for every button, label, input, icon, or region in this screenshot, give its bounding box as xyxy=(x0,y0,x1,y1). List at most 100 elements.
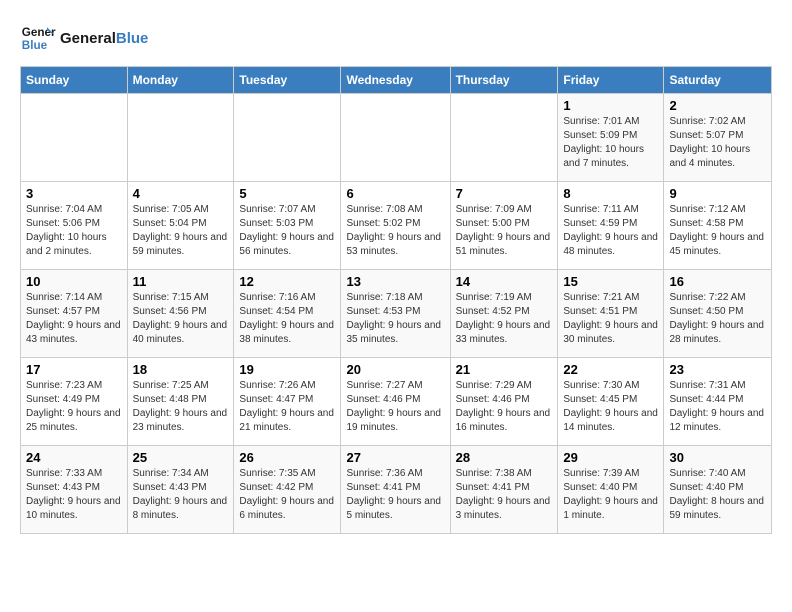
calendar-header-row: SundayMondayTuesdayWednesdayThursdayFrid… xyxy=(21,67,772,94)
calendar-cell: 15 Sunrise: 7:21 AM Sunset: 4:51 PM Dayli… xyxy=(558,270,664,358)
weekday-header: Saturday xyxy=(664,67,772,94)
day-number: 11 xyxy=(133,274,229,289)
day-info: Sunrise: 7:40 AM Sunset: 4:40 PM Dayligh… xyxy=(669,467,766,523)
day-info: Sunrise: 7:14 AM Sunset: 4:57 PM Dayligh… xyxy=(26,291,122,347)
calendar-cell: 30 Sunrise: 7:40 AM Sunset: 4:40 PM Dayli… xyxy=(664,446,772,534)
day-info: Sunrise: 7:02 AM Sunset: 5:07 PM Dayligh… xyxy=(669,115,766,171)
day-info: Sunrise: 7:05 AM Sunset: 5:04 PM Dayligh… xyxy=(133,203,229,259)
calendar-cell: 11 Sunrise: 7:15 AM Sunset: 4:56 PM Dayli… xyxy=(127,270,234,358)
day-number: 3 xyxy=(26,186,122,201)
calendar-cell: 17Sunrise: 7:23 AM Sunset: 4:49 PM Dayli… xyxy=(21,358,128,446)
day-info: Sunrise: 7:34 AM Sunset: 4:43 PM Dayligh… xyxy=(133,467,229,523)
weekday-header: Tuesday xyxy=(234,67,341,94)
calendar-cell: 7 Sunrise: 7:09 AM Sunset: 5:00 PM Daylig… xyxy=(450,182,558,270)
day-info: Sunrise: 7:01 AM Sunset: 5:09 PM Dayligh… xyxy=(563,115,658,171)
calendar-table: SundayMondayTuesdayWednesdayThursdayFrid… xyxy=(20,66,772,534)
calendar-week-row: 3Sunrise: 7:04 AM Sunset: 5:06 PM Daylig… xyxy=(21,182,772,270)
day-number: 16 xyxy=(669,274,766,289)
day-info: Sunrise: 7:27 AM Sunset: 4:46 PM Dayligh… xyxy=(346,379,444,435)
day-info: Sunrise: 7:18 AM Sunset: 4:53 PM Dayligh… xyxy=(346,291,444,347)
day-info: Sunrise: 7:15 AM Sunset: 4:56 PM Dayligh… xyxy=(133,291,229,347)
calendar-cell: 24Sunrise: 7:33 AM Sunset: 4:43 PM Dayli… xyxy=(21,446,128,534)
day-number: 6 xyxy=(346,186,444,201)
day-number: 29 xyxy=(563,450,658,465)
calendar-cell: 8Sunrise: 7:11 AM Sunset: 4:59 PM Daylig… xyxy=(558,182,664,270)
day-number: 27 xyxy=(346,450,444,465)
calendar-cell: 25 Sunrise: 7:34 AM Sunset: 4:43 PM Dayli… xyxy=(127,446,234,534)
calendar-cell xyxy=(127,94,234,182)
day-number: 25 xyxy=(133,450,229,465)
logo-text: GeneralBlue xyxy=(60,30,148,47)
calendar-cell: 20 Sunrise: 7:27 AM Sunset: 4:46 PM Dayli… xyxy=(341,358,450,446)
day-info: Sunrise: 7:30 AM Sunset: 4:45 PM Dayligh… xyxy=(563,379,658,435)
calendar-cell: 21 Sunrise: 7:29 AM Sunset: 4:46 PM Dayli… xyxy=(450,358,558,446)
svg-text:Blue: Blue xyxy=(22,39,48,52)
day-info: Sunrise: 7:33 AM Sunset: 4:43 PM Dayligh… xyxy=(26,467,122,523)
calendar-cell xyxy=(21,94,128,182)
calendar-cell: 18 Sunrise: 7:25 AM Sunset: 4:48 PM Dayli… xyxy=(127,358,234,446)
calendar-cell: 3Sunrise: 7:04 AM Sunset: 5:06 PM Daylig… xyxy=(21,182,128,270)
day-info: Sunrise: 7:07 AM Sunset: 5:03 PM Dayligh… xyxy=(239,203,335,259)
calendar-cell: 10 Sunrise: 7:14 AM Sunset: 4:57 PM Dayli… xyxy=(21,270,128,358)
weekday-header: Thursday xyxy=(450,67,558,94)
day-info: Sunrise: 7:35 AM Sunset: 4:42 PM Dayligh… xyxy=(239,467,335,523)
day-number: 20 xyxy=(346,362,444,377)
day-info: Sunrise: 7:31 AM Sunset: 4:44 PM Dayligh… xyxy=(669,379,766,435)
weekday-header: Sunday xyxy=(21,67,128,94)
day-number: 19 xyxy=(239,362,335,377)
day-number: 22 xyxy=(563,362,658,377)
calendar-cell: 26 Sunrise: 7:35 AM Sunset: 4:42 PM Dayli… xyxy=(234,446,341,534)
calendar-cell: 16 Sunrise: 7:22 AM Sunset: 4:50 PM Dayli… xyxy=(664,270,772,358)
day-info: Sunrise: 7:26 AM Sunset: 4:47 PM Dayligh… xyxy=(239,379,335,435)
day-number: 18 xyxy=(133,362,229,377)
day-info: Sunrise: 7:38 AM Sunset: 4:41 PM Dayligh… xyxy=(456,467,553,523)
calendar-cell: 9Sunrise: 7:12 AM Sunset: 4:58 PM Daylig… xyxy=(664,182,772,270)
day-number: 12 xyxy=(239,274,335,289)
day-info: Sunrise: 7:09 AM Sunset: 5:00 PM Dayligh… xyxy=(456,203,553,259)
day-info: Sunrise: 7:25 AM Sunset: 4:48 PM Dayligh… xyxy=(133,379,229,435)
day-number: 2 xyxy=(669,98,766,113)
header: General Blue GeneralBlue xyxy=(20,20,772,56)
calendar-cell xyxy=(450,94,558,182)
calendar-week-row: 1Sunrise: 7:01 AM Sunset: 5:09 PM Daylig… xyxy=(21,94,772,182)
logo: General Blue GeneralBlue xyxy=(20,20,148,56)
day-info: Sunrise: 7:19 AM Sunset: 4:52 PM Dayligh… xyxy=(456,291,553,347)
calendar-cell: 19 Sunrise: 7:26 AM Sunset: 4:47 PM Dayli… xyxy=(234,358,341,446)
day-info: Sunrise: 7:16 AM Sunset: 4:54 PM Dayligh… xyxy=(239,291,335,347)
day-number: 26 xyxy=(239,450,335,465)
calendar-cell: 6 Sunrise: 7:08 AM Sunset: 5:02 PM Daylig… xyxy=(341,182,450,270)
calendar-week-row: 17Sunrise: 7:23 AM Sunset: 4:49 PM Dayli… xyxy=(21,358,772,446)
day-number: 7 xyxy=(456,186,553,201)
day-info: Sunrise: 7:29 AM Sunset: 4:46 PM Dayligh… xyxy=(456,379,553,435)
calendar-cell: 14 Sunrise: 7:19 AM Sunset: 4:52 PM Dayli… xyxy=(450,270,558,358)
day-number: 28 xyxy=(456,450,553,465)
weekday-header: Friday xyxy=(558,67,664,94)
calendar-cell: 12 Sunrise: 7:16 AM Sunset: 4:54 PM Dayli… xyxy=(234,270,341,358)
day-info: Sunrise: 7:23 AM Sunset: 4:49 PM Dayligh… xyxy=(26,379,122,435)
logo-icon: General Blue xyxy=(20,20,56,56)
day-number: 21 xyxy=(456,362,553,377)
weekday-header: Wednesday xyxy=(341,67,450,94)
day-info: Sunrise: 7:21 AM Sunset: 4:51 PM Dayligh… xyxy=(563,291,658,347)
calendar-body: 1Sunrise: 7:01 AM Sunset: 5:09 PM Daylig… xyxy=(21,94,772,534)
weekday-header: Monday xyxy=(127,67,234,94)
calendar-cell xyxy=(341,94,450,182)
day-number: 23 xyxy=(669,362,766,377)
calendar-cell: 5Sunrise: 7:07 AM Sunset: 5:03 PM Daylig… xyxy=(234,182,341,270)
day-number: 10 xyxy=(26,274,122,289)
day-info: Sunrise: 7:36 AM Sunset: 4:41 PM Dayligh… xyxy=(346,467,444,523)
day-number: 13 xyxy=(346,274,444,289)
day-number: 4 xyxy=(133,186,229,201)
calendar-cell: 22 Sunrise: 7:30 AM Sunset: 4:45 PM Dayli… xyxy=(558,358,664,446)
day-number: 8 xyxy=(563,186,658,201)
day-info: Sunrise: 7:39 AM Sunset: 4:40 PM Dayligh… xyxy=(563,467,658,523)
day-info: Sunrise: 7:08 AM Sunset: 5:02 PM Dayligh… xyxy=(346,203,444,259)
calendar-cell: 2 Sunrise: 7:02 AM Sunset: 5:07 PM Daylig… xyxy=(664,94,772,182)
calendar-week-row: 10 Sunrise: 7:14 AM Sunset: 4:57 PM Dayli… xyxy=(21,270,772,358)
day-number: 14 xyxy=(456,274,553,289)
day-number: 30 xyxy=(669,450,766,465)
day-number: 15 xyxy=(563,274,658,289)
calendar-cell: 1Sunrise: 7:01 AM Sunset: 5:09 PM Daylig… xyxy=(558,94,664,182)
calendar-cell: 23 Sunrise: 7:31 AM Sunset: 4:44 PM Dayli… xyxy=(664,358,772,446)
day-info: Sunrise: 7:22 AM Sunset: 4:50 PM Dayligh… xyxy=(669,291,766,347)
